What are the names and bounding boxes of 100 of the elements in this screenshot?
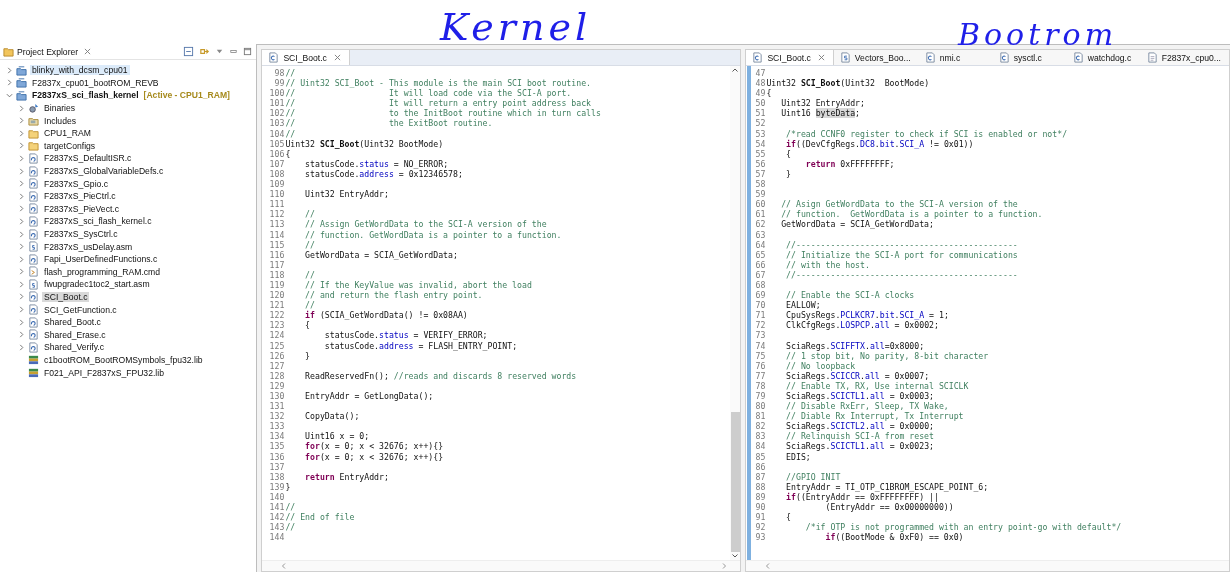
view-tab[interactable]: Project Explorer xyxy=(3,46,92,57)
tree-item[interactable]: fwupgradec1toc2_start.asm xyxy=(42,279,152,290)
tree-item[interactable]: Binaries xyxy=(42,103,78,114)
code-line: // It will return a entry point address back xyxy=(284,98,591,109)
line-number: 99 xyxy=(273,78,285,89)
chevron-icon[interactable] xyxy=(18,255,25,263)
line-number: 127 xyxy=(268,360,285,371)
line-number: 92 xyxy=(754,522,766,533)
horizontal-scrollbar[interactable] xyxy=(746,560,1229,571)
code-line: EDIS; xyxy=(785,451,811,462)
line-number: 60 xyxy=(754,199,766,210)
tree-item[interactable]: F2837xS_sci_flash_kernel.c xyxy=(42,216,154,227)
code-line: // Uint32 SCI_Boot - This module is the main SCI boot routine. xyxy=(284,78,591,89)
code-line: // function. GetWordData is a pointer to a function. xyxy=(780,209,1043,220)
editor-tab[interactable]: Vectors_Boo... xyxy=(833,50,919,65)
chevron-icon[interactable] xyxy=(18,331,25,339)
chevron-icon[interactable] xyxy=(18,142,25,150)
tree-item[interactable]: F021_API_F2837xS_FPU32.lib xyxy=(42,367,166,378)
editor-tab[interactable]: sysctl.c xyxy=(992,50,1067,65)
chevron-icon[interactable] xyxy=(18,192,25,200)
tree-item[interactable]: F2837xS_SysCtrl.c xyxy=(42,229,120,239)
code-line: { xyxy=(284,148,291,159)
editor-tab[interactable]: nmi.c xyxy=(918,50,993,65)
line-number: 69 xyxy=(754,290,766,301)
file-icon xyxy=(28,178,39,190)
line-number: 68 xyxy=(754,279,766,291)
line-number: 61 xyxy=(754,209,766,220)
tree-item[interactable]: CPU1_RAM xyxy=(42,128,93,139)
editor-tab[interactable]: watchdog.c xyxy=(1066,50,1141,65)
chevron-icon[interactable] xyxy=(18,217,25,225)
chevron-icon[interactable] xyxy=(18,280,25,288)
chevron-icon[interactable] xyxy=(18,243,25,251)
code-line: //GPIO INIT xyxy=(785,471,841,482)
maximize-icon[interactable] xyxy=(243,47,253,56)
scroll-down-icon[interactable] xyxy=(731,552,740,560)
chevron-icon[interactable] xyxy=(6,92,13,99)
tree-item[interactable]: SCI_Boot.c xyxy=(42,292,90,302)
tree-item[interactable]: F2837xS_GlobalVariableDefs.c xyxy=(42,166,166,177)
line-number: 121 xyxy=(268,300,285,311)
close-icon[interactable] xyxy=(333,54,341,61)
tree-item[interactable]: Includes xyxy=(42,115,78,126)
scroll-up-icon[interactable] xyxy=(731,66,740,74)
view-menu-icon[interactable] xyxy=(215,47,225,56)
code-line: GetWordData = SCIA_GetWordData; xyxy=(780,219,934,230)
tree-item[interactable]: F2837xS_DefaultISR.c xyxy=(42,153,134,164)
scroll-thumb[interactable] xyxy=(730,412,740,552)
line-number: 107 xyxy=(268,158,285,169)
chevron-icon[interactable] xyxy=(18,117,25,125)
tree-item[interactable]: Shared_Erase.c xyxy=(42,329,108,340)
line-number: 120 xyxy=(268,290,285,301)
chevron-icon[interactable] xyxy=(18,293,25,301)
chevron-icon[interactable] xyxy=(18,318,25,326)
tree-item[interactable]: Shared_Boot.c xyxy=(42,317,103,328)
chevron-icon[interactable] xyxy=(18,230,25,238)
tree-item[interactable]: F2837xS_Gpio.c xyxy=(42,178,110,189)
folder-icon xyxy=(28,127,39,139)
line-number: 85 xyxy=(754,451,766,462)
editor-tab[interactable]: F2837x_cpu0... xyxy=(1140,50,1229,65)
collapse-all-icon[interactable] xyxy=(183,46,195,57)
vertical-scrollbar[interactable] xyxy=(730,66,741,560)
folder-icon xyxy=(3,46,14,57)
code-line: if((EntryAddr == 0xFFFFFFFF) || xyxy=(785,491,939,503)
chevron-icon[interactable] xyxy=(18,167,25,175)
code-line: // No loopback xyxy=(785,360,856,371)
tree-item[interactable]: SCI_GetFunction.c xyxy=(42,304,119,315)
tree-item[interactable]: F2837xS_PieCtrl.c xyxy=(42,191,118,202)
tree-item[interactable]: flash_programming_RAM.cmd xyxy=(42,266,163,277)
close-icon[interactable] xyxy=(84,48,92,55)
tree-item[interactable]: Shared_Verify.c xyxy=(42,342,107,353)
link-icon[interactable] xyxy=(199,46,211,57)
close-icon[interactable] xyxy=(817,54,825,61)
line-number: 63 xyxy=(754,229,766,240)
chevron-icon[interactable] xyxy=(18,129,25,137)
chevron-icon[interactable] xyxy=(6,79,13,87)
tree-item[interactable]: targetConfigs xyxy=(42,140,98,151)
tree-item[interactable]: F2837xS_sci_flash_kernel xyxy=(30,90,141,101)
chevron-icon[interactable] xyxy=(18,104,25,112)
editor-tab[interactable]: SCI_Boot.c xyxy=(262,50,350,65)
tree-item[interactable]: blinky_with_dcsm_cpu01 xyxy=(30,65,130,76)
chevron-icon[interactable] xyxy=(18,268,25,276)
line-number: 129 xyxy=(268,380,285,391)
tree-item[interactable]: F2837x_cpu01_bootROM_REVB xyxy=(30,77,161,88)
line-number: 67 xyxy=(754,269,766,280)
chevron-icon[interactable] xyxy=(18,180,25,188)
tree-item[interactable]: F2837xS_PieVect.c xyxy=(42,203,121,214)
chevron-icon[interactable] xyxy=(18,343,25,351)
tree-item[interactable]: F2837xS_usDelay.asm xyxy=(42,241,135,252)
code-line: SciaRegs.SCICTL1.all = 0x0003; xyxy=(785,391,934,402)
chevron-icon[interactable] xyxy=(6,66,13,74)
line-number: 101 xyxy=(268,98,285,109)
tree-item[interactable]: Fapi_UserDefinedFunctions.c xyxy=(42,254,160,265)
chevron-icon[interactable] xyxy=(18,154,25,162)
chevron-icon[interactable] xyxy=(18,306,25,314)
minimize-icon[interactable] xyxy=(229,47,239,56)
line-number: 105 xyxy=(268,138,285,149)
code-line: Uint32 SCI_Boot(Uint32 BootMode) xyxy=(765,78,930,89)
editor-tab[interactable]: SCI_Boot.c xyxy=(746,50,834,65)
horizontal-scrollbar[interactable] xyxy=(262,560,741,571)
chevron-icon[interactable] xyxy=(18,205,25,213)
tree-item[interactable]: c1bootROM_BootROMSymbols_fpu32.lib xyxy=(42,354,205,365)
